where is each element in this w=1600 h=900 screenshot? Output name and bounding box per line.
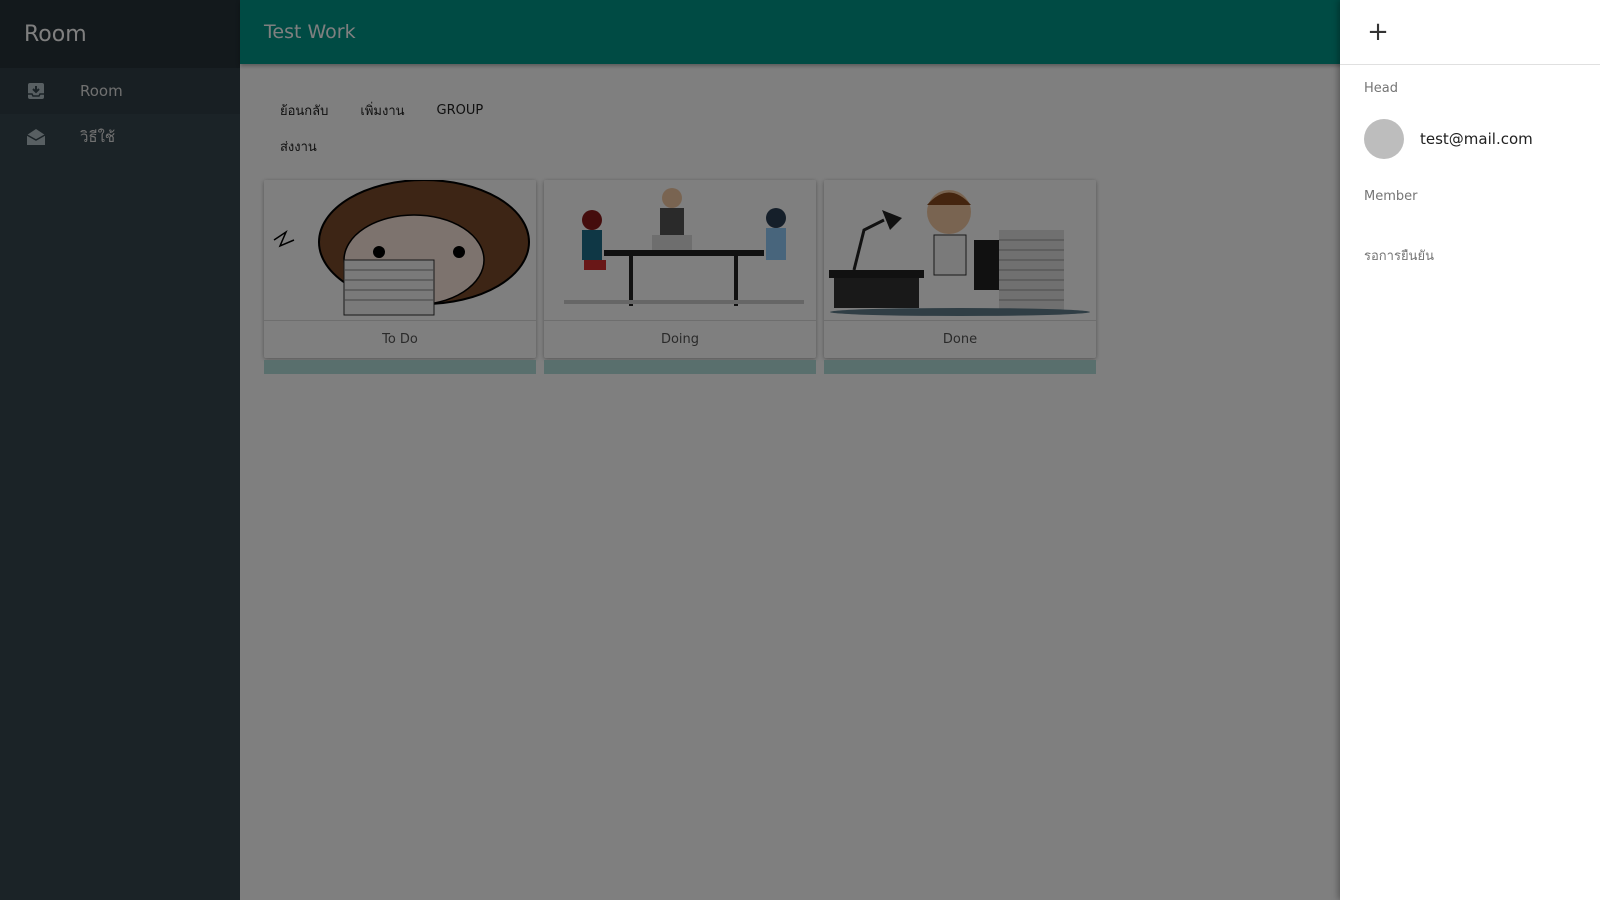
drawer-backdrop[interactable] xyxy=(0,0,1340,900)
avatar xyxy=(1364,119,1404,159)
head-member-row[interactable]: test@mail.com xyxy=(1340,119,1600,159)
members-drawer: + Head test@mail.com Member รอการยืนยัน xyxy=(1340,0,1600,900)
head-section-label: Head xyxy=(1364,81,1398,96)
drawer-header: + xyxy=(1340,0,1600,65)
add-member-button[interactable]: + xyxy=(1362,16,1394,48)
head-email: test@mail.com xyxy=(1420,130,1533,148)
member-section-label: Member xyxy=(1364,189,1418,204)
app-root: Room Room วิธีใช้ Test xyxy=(0,0,1600,900)
pending-section-label: รอการยืนยัน xyxy=(1364,249,1434,264)
